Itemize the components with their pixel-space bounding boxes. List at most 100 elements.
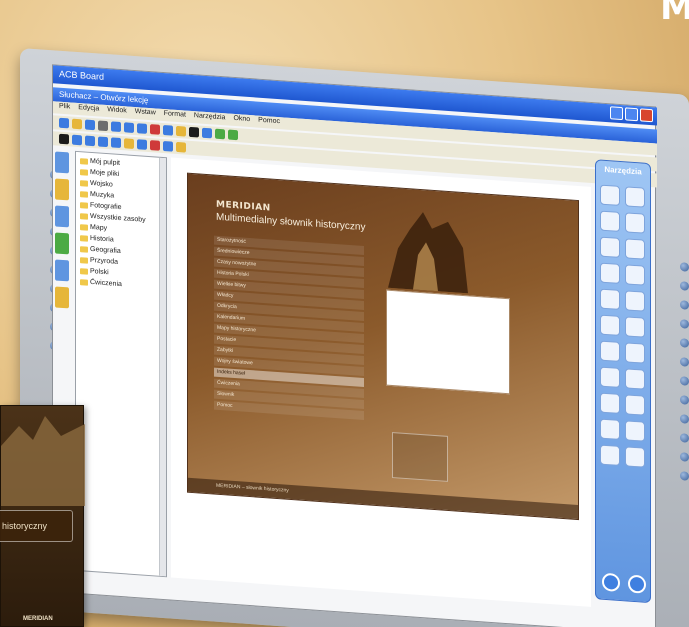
lesson-canvas[interactable]: MERIDIAN Multimedialny słownik historycz… (171, 157, 591, 607)
side-button[interactable] (680, 452, 689, 462)
tab-tools[interactable] (55, 232, 69, 255)
folder-icon (80, 234, 88, 242)
brush-icon[interactable] (600, 236, 620, 258)
marker-icon[interactable] (625, 212, 645, 234)
tab-notes[interactable] (55, 259, 69, 282)
shape-icon[interactable] (625, 264, 645, 286)
tree-scrollbar[interactable] (159, 157, 166, 577)
fill-icon[interactable] (600, 366, 620, 388)
menu-item[interactable]: Format (164, 110, 186, 122)
fill-icon[interactable] (124, 138, 134, 149)
select-icon[interactable] (59, 133, 69, 145)
page-icon[interactable] (202, 127, 212, 139)
tab-attachments[interactable] (55, 286, 69, 309)
ruler-icon[interactable] (625, 342, 645, 364)
pen-icon[interactable] (625, 186, 645, 208)
menu-item[interactable]: Widok (107, 106, 126, 117)
open-icon[interactable] (72, 118, 82, 130)
side-button[interactable] (680, 281, 689, 291)
help-button[interactable] (602, 572, 620, 592)
side-button[interactable] (680, 414, 689, 424)
cut-icon[interactable] (111, 121, 121, 133)
shape-icon[interactable] (98, 136, 108, 148)
tab-gallery[interactable] (55, 178, 69, 201)
side-button[interactable] (680, 300, 689, 310)
side-button[interactable] (680, 319, 689, 329)
resource-tree: Mój pulpit Moje pliki Wojsko Muzyka Foto… (75, 150, 167, 578)
save-icon[interactable] (85, 119, 95, 131)
page-tabs (53, 149, 73, 310)
line-icon[interactable] (85, 135, 95, 147)
meridian-title: Multimedialny słownik historyczny (216, 211, 366, 234)
product-box: historyczny MERIDIAN (0, 405, 85, 627)
close-button[interactable] (640, 108, 653, 123)
tree-item-label: Polski (90, 267, 109, 277)
undo-icon[interactable] (150, 124, 160, 135)
menu-item[interactable]: Narzędzia (194, 112, 226, 124)
square-icon[interactable] (189, 126, 199, 138)
prev-icon[interactable] (228, 129, 238, 141)
camera-icon[interactable] (625, 394, 645, 416)
pen-icon[interactable] (72, 134, 82, 146)
side-button[interactable] (680, 433, 689, 443)
menu-item[interactable]: Pomoc (258, 117, 280, 129)
screen-icon[interactable] (600, 444, 620, 466)
print-icon[interactable] (625, 446, 645, 468)
menu-item[interactable]: Okno (233, 115, 250, 126)
grid-icon[interactable] (163, 140, 173, 152)
product-box-label: historyczny (0, 510, 73, 542)
tab-resources[interactable] (55, 205, 69, 228)
color-icon[interactable] (600, 314, 620, 336)
eraser-icon[interactable] (625, 238, 645, 260)
folder-icon (80, 278, 88, 286)
text-icon[interactable] (111, 137, 121, 149)
tree-item-label: Przyroda (90, 256, 119, 266)
arrow-icon[interactable] (600, 184, 620, 206)
menu-item[interactable]: Plik (59, 103, 70, 114)
floating-tools-palette: Narzędzia (595, 159, 651, 604)
meridian-image-placeholder (386, 289, 510, 395)
statue-illustration (388, 212, 468, 294)
text-icon[interactable] (600, 340, 620, 362)
tab-pages[interactable] (55, 151, 69, 174)
side-button[interactable] (680, 338, 689, 348)
image-icon[interactable] (600, 288, 620, 310)
zoom-icon[interactable] (137, 139, 147, 150)
side-button[interactable] (680, 395, 689, 405)
undo-icon[interactable] (600, 418, 620, 440)
new-icon[interactable] (59, 117, 69, 129)
redo-icon[interactable] (163, 124, 173, 136)
menu-button[interactable] (628, 574, 646, 594)
side-button[interactable] (680, 376, 689, 386)
window-controls (610, 106, 653, 123)
spotlight-icon[interactable] (600, 392, 620, 414)
side-button[interactable] (680, 262, 689, 272)
folder-icon (80, 267, 88, 275)
gallery-icon[interactable] (176, 141, 186, 153)
image-icon[interactable] (176, 125, 186, 137)
copy-icon[interactable] (124, 122, 134, 133)
palette-footer (602, 572, 646, 594)
highlighter-icon[interactable] (600, 210, 620, 232)
menu-item[interactable]: Wstaw (135, 108, 156, 119)
side-button[interactable] (680, 357, 689, 367)
tree-item-label: Fotografie (90, 201, 122, 212)
delete-icon[interactable] (150, 140, 160, 151)
tree-item-label: Mapy (90, 223, 108, 233)
minimize-button[interactable] (610, 106, 623, 121)
paste-icon[interactable] (137, 123, 147, 134)
menu-item[interactable]: Edycja (78, 104, 99, 115)
next-icon[interactable] (215, 128, 225, 140)
palette-title: Narzędzia (604, 164, 642, 177)
redo-icon[interactable] (625, 420, 645, 442)
chart-icon[interactable] (625, 316, 645, 338)
maximize-button[interactable] (625, 107, 638, 122)
tree-item-label: Moje pliki (90, 168, 120, 178)
line-icon[interactable] (600, 262, 620, 284)
print-icon[interactable] (98, 120, 108, 132)
triangle-icon[interactable] (625, 290, 645, 312)
side-button[interactable] (680, 471, 689, 481)
right-side-buttons (680, 262, 689, 481)
product-box-brand: MERIDIAN (23, 616, 53, 622)
magnifier-icon[interactable] (625, 368, 645, 390)
